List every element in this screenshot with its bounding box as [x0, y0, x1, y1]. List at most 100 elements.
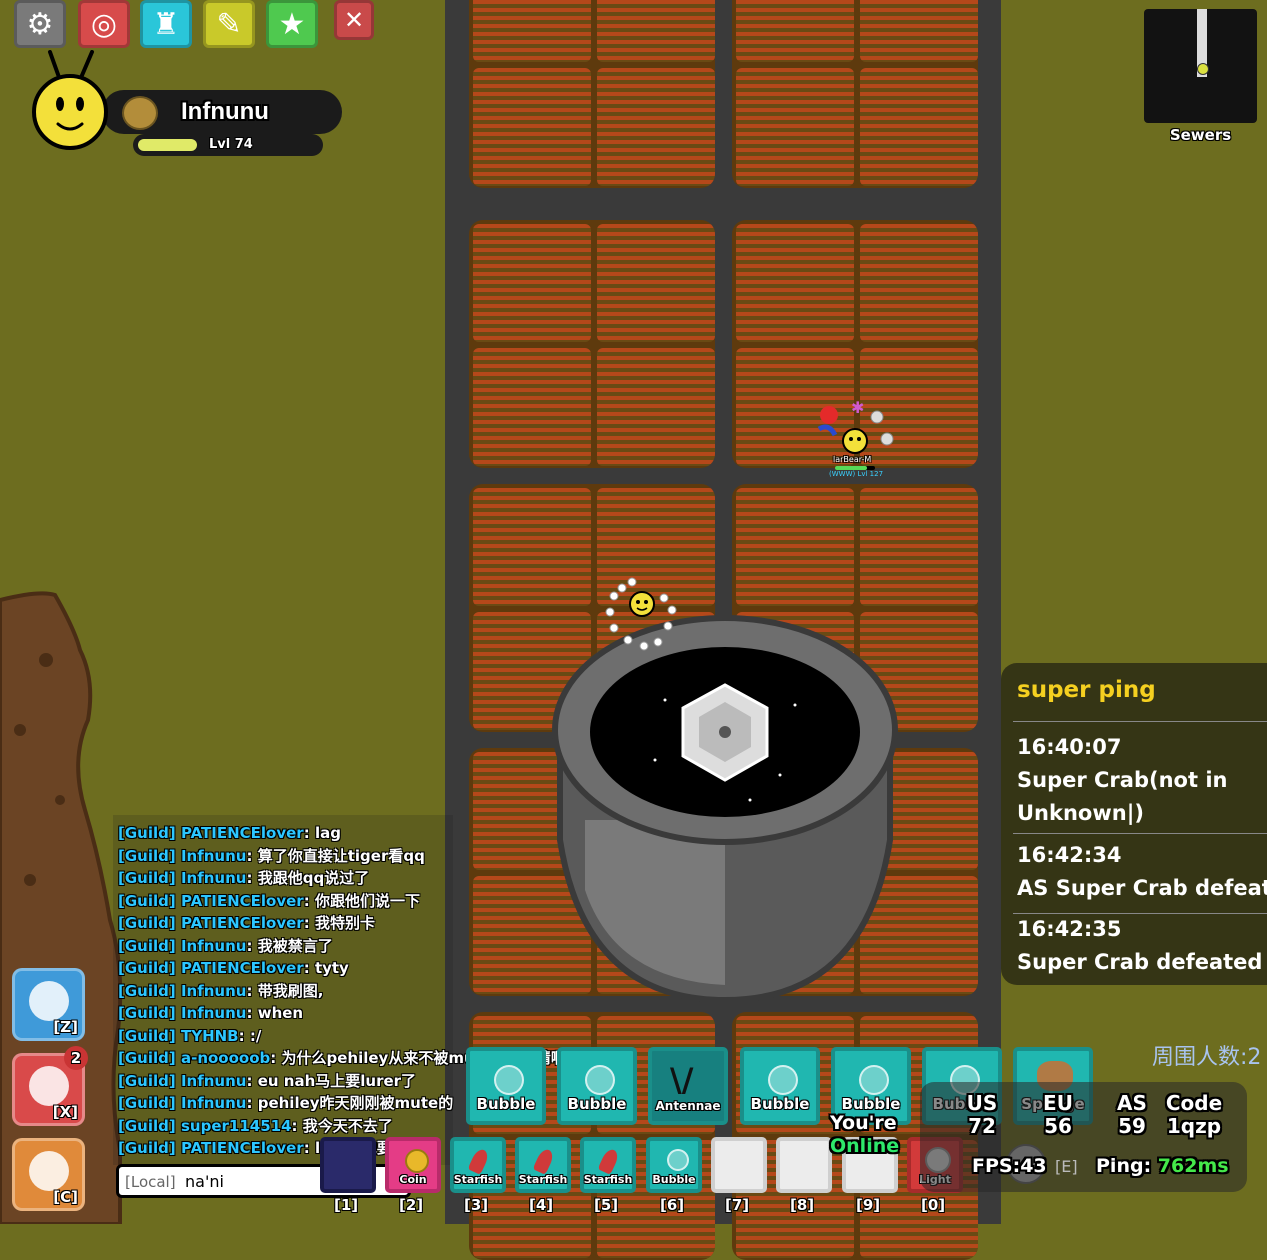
ability-button-c[interactable]: [C] — [12, 1138, 85, 1211]
secondary-slot[interactable]: Bubble — [557, 1047, 637, 1125]
chat-message: [Guild] Infnunu: 我被禁言了 — [118, 936, 333, 955]
slot-key: [9] — [856, 1196, 881, 1214]
server-as[interactable]: AS 59 — [1100, 1092, 1164, 1138]
server-us[interactable]: US 72 — [950, 1092, 1014, 1138]
fps-readout: FPS:43 — [972, 1155, 1047, 1177]
player-bee — [605, 577, 677, 651]
grate-cell — [597, 224, 715, 342]
chat-author[interactable]: super114514 — [181, 1117, 292, 1135]
slot-label: Bubble — [841, 1095, 901, 1113]
starfish-icon — [597, 1147, 621, 1175]
slot-label: Starfish — [453, 1173, 503, 1186]
chat-author[interactable]: Infnunu — [181, 847, 247, 865]
slot-label: Bubble — [567, 1095, 627, 1113]
chat-text: pehiley昨天刚刚被mute的 — [257, 1094, 454, 1112]
antennae-icon: \/ — [670, 1061, 694, 1099]
grate-cell — [473, 488, 591, 606]
ability-button-x[interactable]: [X] 2 — [12, 1046, 88, 1126]
chat-text: 我跟他qq说过了 — [257, 869, 370, 887]
grate-cell — [473, 68, 591, 186]
grate-cell — [736, 224, 854, 342]
chat-channel: [Guild] — [118, 959, 176, 977]
slot-label: Antennae — [655, 1099, 721, 1113]
close-button[interactable]: ✕ — [334, 0, 374, 40]
starfish-icon — [532, 1147, 556, 1175]
other-player[interactable]: ✱ larBear-M (WWW) Lvl 127 — [815, 395, 905, 485]
ring-button[interactable]: ◎ — [78, 0, 130, 48]
notice-entry: 16:40:07 Super Crab(not in Unknown|) — [1013, 731, 1267, 834]
chat-author[interactable]: PATIENCElover — [181, 824, 304, 842]
chat-author[interactable]: PATIENCElover — [181, 892, 304, 910]
hotbar-slot[interactable] — [320, 1137, 376, 1193]
chat-author[interactable]: Infnunu — [181, 982, 247, 1000]
chat-author[interactable]: TYHNB — [181, 1027, 239, 1045]
slot-label: Bubble — [652, 1173, 696, 1186]
notice-text: AS Super Crab defeate — [1017, 876, 1267, 900]
chat-message: [Guild] PATIENCElover: lag — [118, 824, 341, 842]
server-code[interactable]: Code 1qzp — [1162, 1092, 1226, 1138]
hotbar-slot[interactable] — [711, 1137, 767, 1193]
notice-panel: super ping 16:40:07 Super Crab(not in Un… — [1001, 663, 1267, 985]
craft-icon: ✎ — [216, 6, 242, 42]
server-eu[interactable]: EU 56 — [1026, 1092, 1090, 1138]
craft-button[interactable]: ✎ — [203, 0, 255, 48]
ring-icon: ◎ — [90, 6, 118, 42]
ability-key: [C] — [53, 1188, 78, 1206]
star-button[interactable]: ★ — [266, 0, 318, 48]
grate-cell — [597, 0, 715, 62]
nearby-count: 周围人数:2 — [1152, 1045, 1262, 1070]
hotbar-slot[interactable]: Starfish — [450, 1137, 506, 1193]
secondary-slot[interactable]: Bubble — [740, 1047, 820, 1125]
chat-channel: [Guild] — [118, 1004, 176, 1022]
player-level: Lvl 74 — [209, 137, 253, 152]
hotbar-slot[interactable]: Bubble — [646, 1137, 702, 1193]
grate-cell — [860, 488, 978, 606]
ping-label: Ping: — [1096, 1155, 1152, 1177]
secondary-slot[interactable]: \/Antennae — [648, 1047, 728, 1125]
slot-key: [7] — [725, 1196, 750, 1214]
chat-author[interactable]: a-nooooob — [181, 1049, 270, 1067]
castle-icon: ♜ — [152, 6, 180, 42]
chat-message: [Guild] Infnunu: when — [118, 1004, 304, 1022]
chat-input-value: na'ni — [185, 1172, 224, 1191]
chat-author[interactable]: Infnunu — [181, 869, 247, 887]
hotbar-slot[interactable]: Starfish — [580, 1137, 636, 1193]
chat-author[interactable]: Infnunu — [181, 1072, 247, 1090]
chat-channel: [Guild] — [118, 1049, 176, 1067]
hotbar-slot[interactable] — [776, 1137, 832, 1193]
chat-channel: [Guild] — [118, 824, 176, 842]
chat-text: eu nah马上要lurer了 — [257, 1071, 417, 1090]
gear-button[interactable]: ⚙ — [14, 0, 66, 48]
chat-message: [Guild] PATIENCElover: 你跟他们说一下 — [118, 891, 420, 910]
chat-author[interactable]: PATIENCElover — [181, 1139, 304, 1157]
castle-button[interactable]: ♜ — [140, 0, 192, 48]
slot-key: [4] — [529, 1196, 554, 1214]
ability-badge: 2 — [64, 1046, 88, 1070]
notice-divider — [1013, 721, 1267, 722]
chat-text: 你跟他们说一下 — [314, 891, 420, 910]
hotbar-slot[interactable]: Coin — [385, 1137, 441, 1193]
chat-channel: [Guild] — [118, 891, 176, 910]
chat-channel: [Guild] — [118, 869, 176, 887]
chat-author[interactable]: PATIENCElover — [181, 914, 304, 932]
secondary-slot[interactable]: Bubble — [466, 1047, 546, 1125]
chat-text: :/ — [249, 1026, 262, 1045]
slot-label: Starfish — [583, 1173, 633, 1186]
chat-author[interactable]: Infnunu — [181, 937, 247, 955]
grate-cell — [860, 68, 978, 186]
chat-author[interactable]: PATIENCElover — [181, 959, 304, 977]
chat-message: [Guild] Infnunu: 我跟他qq说过了 — [118, 869, 370, 887]
sewer-grate — [732, 0, 978, 188]
chat-author[interactable]: Infnunu — [181, 1004, 247, 1022]
level-progress — [138, 139, 198, 151]
online-status-line1: You're — [830, 1112, 897, 1134]
slot-label: Starfish — [518, 1173, 568, 1186]
player-card: Infnunu Lvl 74 — [32, 50, 352, 160]
ability-button-z[interactable]: [Z] — [12, 968, 85, 1041]
grate-cell — [597, 348, 715, 466]
chat-channel: [Guild] — [118, 1139, 176, 1157]
hotbar-slot[interactable]: Starfish — [515, 1137, 571, 1193]
chat-author[interactable]: Infnunu — [181, 1094, 247, 1112]
grate-cell — [860, 0, 978, 62]
minimap[interactable] — [1144, 9, 1257, 123]
